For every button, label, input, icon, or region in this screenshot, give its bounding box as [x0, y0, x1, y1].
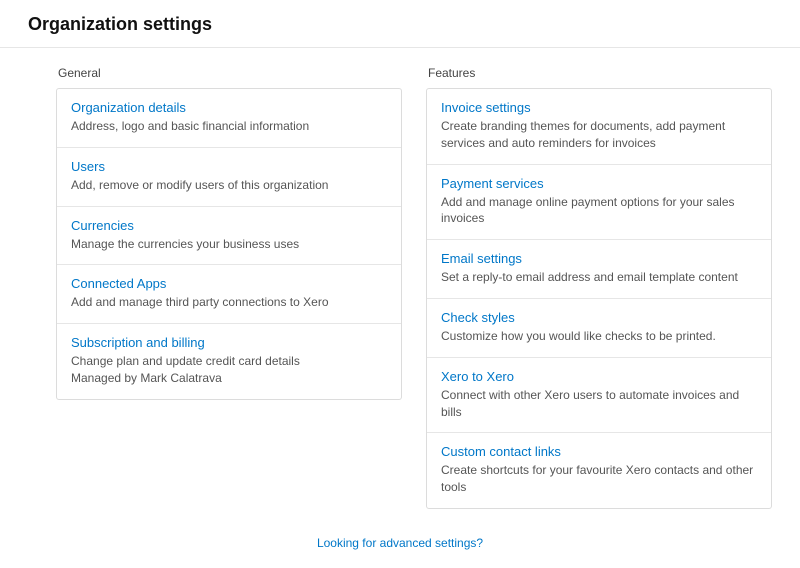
content-columns: General Organization details Address, lo…	[0, 48, 800, 519]
item-desc: Add, remove or modify users of this orga…	[71, 177, 387, 194]
item-title: Check styles	[441, 310, 757, 325]
item-title: Users	[71, 159, 387, 174]
item-desc: Create branding themes for documents, ad…	[441, 118, 757, 152]
item-title: Connected Apps	[71, 276, 387, 291]
item-subscription-and-billing[interactable]: Subscription and billing Change plan and…	[57, 323, 401, 399]
item-check-styles[interactable]: Check styles Customize how you would lik…	[427, 298, 771, 357]
item-users[interactable]: Users Add, remove or modify users of thi…	[57, 147, 401, 206]
item-desc: Add and manage online payment options fo…	[441, 194, 757, 228]
item-title: Subscription and billing	[71, 335, 387, 350]
item-desc: Change plan and update credit card detai…	[71, 353, 387, 370]
panel-general: Organization details Address, logo and b…	[56, 88, 402, 400]
item-desc: Address, logo and basic financial inform…	[71, 118, 387, 135]
item-xero-to-xero[interactable]: Xero to Xero Connect with other Xero use…	[427, 357, 771, 433]
column-general-label: General	[58, 66, 402, 80]
item-desc: Customize how you would like checks to b…	[441, 328, 757, 345]
panel-features: Invoice settings Create branding themes …	[426, 88, 772, 509]
item-title: Payment services	[441, 176, 757, 191]
item-payment-services[interactable]: Payment services Add and manage online p…	[427, 164, 771, 240]
advanced-settings-row: Looking for advanced settings?	[0, 519, 800, 568]
item-desc: Manage the currencies your business uses	[71, 236, 387, 253]
item-title: Xero to Xero	[441, 369, 757, 384]
column-general: General Organization details Address, lo…	[56, 66, 402, 509]
item-connected-apps[interactable]: Connected Apps Add and manage third part…	[57, 264, 401, 323]
settings-page: Organization settings General Organizati…	[0, 0, 800, 568]
item-invoice-settings[interactable]: Invoice settings Create branding themes …	[427, 89, 771, 164]
page-header: Organization settings	[0, 0, 800, 48]
item-custom-contact-links[interactable]: Custom contact links Create shortcuts fo…	[427, 432, 771, 508]
item-title: Organization details	[71, 100, 387, 115]
item-desc: Set a reply-to email address and email t…	[441, 269, 757, 286]
item-desc: Add and manage third party connections t…	[71, 294, 387, 311]
column-features-label: Features	[428, 66, 772, 80]
item-email-settings[interactable]: Email settings Set a reply-to email addr…	[427, 239, 771, 298]
item-desc: Connect with other Xero users to automat…	[441, 387, 757, 421]
item-title: Invoice settings	[441, 100, 757, 115]
item-desc: Create shortcuts for your favourite Xero…	[441, 462, 757, 496]
item-title: Custom contact links	[441, 444, 757, 459]
item-organization-details[interactable]: Organization details Address, logo and b…	[57, 89, 401, 147]
advanced-settings-link[interactable]: Looking for advanced settings?	[317, 536, 483, 550]
item-title: Currencies	[71, 218, 387, 233]
item-currencies[interactable]: Currencies Manage the currencies your bu…	[57, 206, 401, 265]
page-title: Organization settings	[28, 14, 772, 35]
item-sub: Managed by Mark Calatrava	[71, 370, 387, 387]
column-features: Features Invoice settings Create brandin…	[426, 66, 772, 509]
item-title: Email settings	[441, 251, 757, 266]
